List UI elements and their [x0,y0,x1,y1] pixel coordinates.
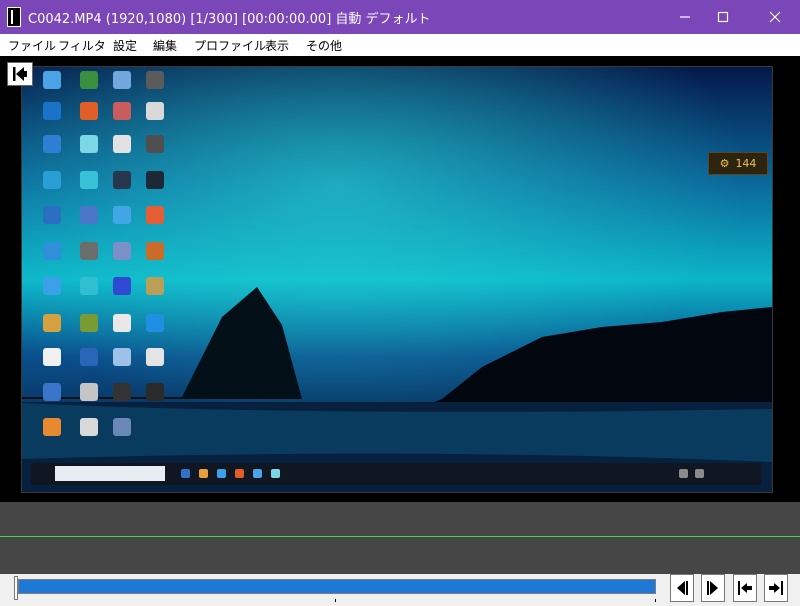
desktop-icon [146,102,164,120]
desktop-icon [113,102,131,120]
seek-tick [335,599,336,602]
desktop-icon [113,348,131,366]
desktop-icon [113,206,131,224]
desktop-icon [43,418,61,436]
desktop-icon [146,71,164,89]
timeline-panel [0,502,800,574]
menu-file[interactable]: ファイル [8,37,56,54]
desktop-icon [80,206,98,224]
desktop-icon [80,348,98,366]
desktop-icon [43,277,61,295]
desktop-icon [80,418,98,436]
desktop-icon [146,171,164,189]
jump-start-icon [13,67,27,81]
go-to-start-button[interactable] [733,574,757,602]
desktop-icon [43,206,61,224]
seek-progress [19,580,655,593]
taskbar-search [55,466,165,481]
tray-icon [695,469,704,478]
desktop-icon [113,314,131,332]
close-icon [769,11,781,23]
desktop-icon [80,277,98,295]
desktop-icon [146,314,164,332]
desktop-icon [80,135,98,153]
desktop-icon [113,383,131,401]
taskbar-icon [271,469,280,478]
taskbar-icon [217,469,226,478]
desktop-icon [43,314,61,332]
taskbar [31,463,761,485]
seek-thumb[interactable] [14,576,18,600]
go-to-end-icon [769,581,783,595]
menu-view[interactable]: 表示 [265,37,289,54]
maximize-button[interactable] [700,0,746,34]
maximize-icon [717,11,729,23]
next-frame-button[interactable] [701,574,725,602]
desktop-icon [113,171,131,189]
desktop-icon [146,348,164,366]
taskbar-icon [253,469,262,478]
desktop-icon [113,242,131,260]
title-bar: C0042.MP4 (1920,1080) [1/300] [00:00:00.… [0,0,800,34]
window-title: C0042.MP4 (1920,1080) [1/300] [00:00:00.… [28,12,431,27]
desktop-icon [113,418,131,436]
desktop-icon [43,242,61,260]
next-frame-icon [707,581,718,595]
desktop-icon [113,71,131,89]
tray-icon [679,469,688,478]
taskbar-icon [181,469,190,478]
counter-value: 144 [735,157,757,170]
menu-settings[interactable]: 設定 [113,37,137,54]
counter-icon: ⚙ [719,157,730,170]
taskbar-icon [235,469,244,478]
desktop-icon [146,383,164,401]
desktop-icon [43,348,61,366]
previous-frame-icon [677,581,688,595]
close-button[interactable] [752,0,798,34]
counter-badge: ⚙ 144 [708,152,768,175]
transport-bar [0,574,800,606]
desktop-icon [43,135,61,153]
video-frame [21,66,773,493]
desktop-icon [43,171,61,189]
app-icon [7,7,21,27]
desktop-icon [80,102,98,120]
menu-other[interactable]: その他 [306,37,342,54]
desktop-icon [146,242,164,260]
timeline-indicator [0,536,800,537]
desktop-icon [146,135,164,153]
desktop-icon [146,277,164,295]
video-preview: ⚙ 144 [0,56,800,502]
desktop-icon [80,171,98,189]
seek-tick [655,599,656,602]
desktop-icon [43,102,61,120]
taskbar-icon [199,469,208,478]
desktop-icon [113,135,131,153]
desktop-icon [80,71,98,89]
minimize-icon [680,16,690,18]
desktop-icon [146,206,164,224]
menu-bar: ファイル フィルタ 設定 編集 プロファイル 表示 その他 [0,34,800,56]
desktop-icon [80,242,98,260]
menu-edit[interactable]: 編集 [153,37,177,54]
desktop-icon [80,383,98,401]
previous-frame-button[interactable] [670,574,694,602]
menu-profile[interactable]: プロファイル [194,37,266,54]
go-to-end-button[interactable] [764,574,788,602]
desktop-icon [80,314,98,332]
seek-bar[interactable] [18,579,656,594]
desktop-icon [43,383,61,401]
jump-start-button[interactable] [7,62,33,86]
go-to-start-icon [738,581,752,595]
menu-filter[interactable]: フィルタ [58,37,106,54]
desktop-icon [113,277,131,295]
desktop-icon [43,71,61,89]
